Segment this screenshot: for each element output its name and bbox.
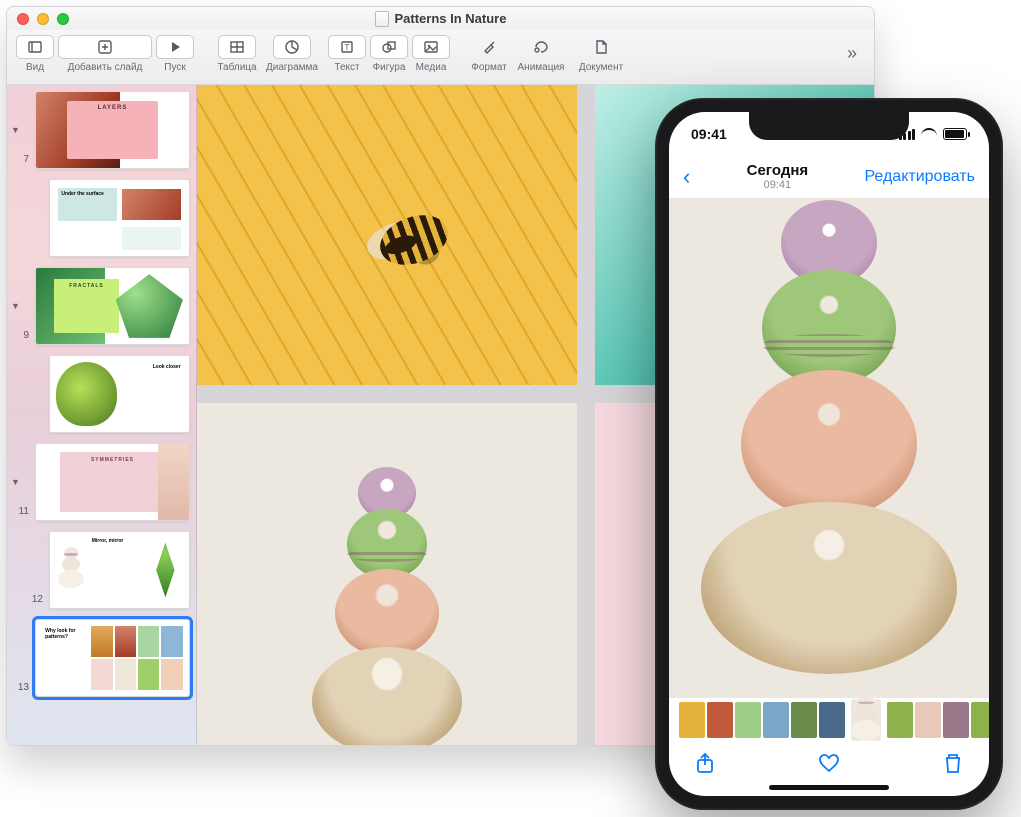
window-controls bbox=[17, 13, 69, 25]
disclosure-triangle-icon[interactable]: ▼ bbox=[11, 477, 20, 487]
text-icon: T bbox=[339, 39, 355, 55]
scrubber-thumbnail[interactable] bbox=[707, 702, 733, 738]
window-titlebar[interactable]: Patterns In Nature bbox=[7, 7, 874, 31]
heart-icon bbox=[817, 751, 841, 775]
scrubber-thumbnail[interactable] bbox=[887, 702, 913, 738]
home-indicator[interactable] bbox=[769, 785, 889, 790]
animation-icon bbox=[533, 39, 549, 55]
scrubber-thumbnail[interactable] bbox=[763, 702, 789, 738]
iphone-notch bbox=[749, 112, 909, 140]
scrubber-thumbnail[interactable] bbox=[971, 702, 989, 738]
share-button[interactable] bbox=[693, 751, 717, 780]
slide-thumbnail[interactable]: ▼ 9 bbox=[13, 267, 190, 345]
canvas-image-honeycomb[interactable] bbox=[197, 85, 577, 385]
scrubber-thumbnail[interactable] bbox=[791, 702, 817, 738]
svg-text:T: T bbox=[345, 43, 350, 52]
zoom-window-button[interactable] bbox=[57, 13, 69, 25]
chevron-left-icon: ‹ bbox=[683, 164, 690, 189]
iphone-screen: 09:41 ‹ Сегодня 09:41 Редактировать bbox=[669, 112, 989, 796]
media-button[interactable]: Медиа bbox=[411, 35, 451, 73]
media-icon bbox=[423, 39, 439, 55]
scrubber-thumbnail[interactable] bbox=[943, 702, 969, 738]
view-button[interactable]: Вид bbox=[15, 35, 55, 73]
animation-button[interactable]: Анимация bbox=[511, 35, 571, 73]
nav-title: Сегодня 09:41 bbox=[747, 162, 809, 192]
disclosure-triangle-icon[interactable]: ▼ bbox=[11, 301, 20, 311]
slide-navigator[interactable]: ▼ 7 ▼ 9 Look closer ▼ 11 bbox=[7, 85, 197, 745]
table-button[interactable]: Таблица bbox=[217, 35, 257, 73]
ios-nav-bar: ‹ Сегодня 09:41 Редактировать bbox=[669, 156, 989, 198]
favorite-button[interactable] bbox=[817, 751, 841, 780]
trash-icon bbox=[941, 751, 965, 775]
minimize-window-button[interactable] bbox=[37, 13, 49, 25]
wifi-icon bbox=[921, 128, 937, 140]
photo-content bbox=[701, 200, 957, 674]
slide-thumbnail-selected[interactable]: 13 Why look for patterns? bbox=[13, 619, 190, 697]
status-time: 09:41 bbox=[691, 126, 727, 142]
iphone-device: 09:41 ‹ Сегодня 09:41 Редактировать bbox=[655, 98, 1003, 810]
document-button[interactable]: Документ bbox=[573, 35, 629, 73]
delete-button[interactable] bbox=[941, 751, 965, 780]
share-icon bbox=[693, 751, 717, 775]
shape-icon bbox=[381, 39, 397, 55]
chart-icon bbox=[284, 39, 300, 55]
play-icon bbox=[167, 39, 183, 55]
chevron-double-right-icon: » bbox=[847, 43, 857, 64]
view-icon bbox=[27, 39, 43, 55]
scrubber-thumbnail[interactable] bbox=[851, 699, 881, 740]
chart-button[interactable]: Диаграмма bbox=[259, 35, 325, 73]
slide-thumbnail[interactable] bbox=[13, 179, 190, 257]
scrubber-thumbnail[interactable] bbox=[679, 702, 705, 738]
shape-button[interactable]: Фигура bbox=[369, 35, 409, 73]
document-icon bbox=[593, 39, 609, 55]
disclosure-triangle-icon[interactable]: ▼ bbox=[11, 125, 20, 135]
photo-viewer[interactable] bbox=[669, 198, 989, 698]
brush-icon bbox=[481, 39, 497, 55]
back-button[interactable]: ‹ bbox=[683, 164, 690, 190]
slide-thumbnail[interactable]: ▼ 7 bbox=[13, 91, 190, 169]
document-icon bbox=[375, 11, 389, 27]
window-title-text: Patterns In Nature bbox=[395, 11, 507, 26]
close-window-button[interactable] bbox=[17, 13, 29, 25]
text-button[interactable]: T Текст bbox=[327, 35, 367, 73]
scrubber-thumbnail[interactable] bbox=[819, 702, 845, 738]
scrubber-thumbnail[interactable] bbox=[735, 702, 761, 738]
play-button[interactable]: Пуск bbox=[155, 35, 195, 73]
scrubber-thumbnail[interactable] bbox=[915, 702, 941, 738]
window-title: Patterns In Nature bbox=[7, 11, 874, 27]
plus-icon bbox=[97, 39, 113, 55]
format-button[interactable]: Формат bbox=[469, 35, 509, 73]
photo-scrubber[interactable] bbox=[669, 698, 989, 742]
table-icon bbox=[229, 39, 245, 55]
toolbar: Вид Добавить слайд Пуск Таблица Диаграмм… bbox=[7, 31, 874, 85]
slide-thumbnail[interactable]: ▼ 11 bbox=[13, 443, 190, 521]
canvas-image-urchins[interactable] bbox=[197, 403, 577, 745]
toolbar-overflow-button[interactable]: » bbox=[838, 41, 866, 65]
add-slide-button[interactable]: Добавить слайд bbox=[57, 35, 153, 73]
battery-icon bbox=[943, 128, 967, 140]
slide-thumbnail[interactable]: 12 Mirror, mirror bbox=[13, 531, 190, 609]
slide-thumbnail[interactable]: Look closer bbox=[13, 355, 190, 433]
edit-button[interactable]: Редактировать bbox=[864, 168, 975, 186]
